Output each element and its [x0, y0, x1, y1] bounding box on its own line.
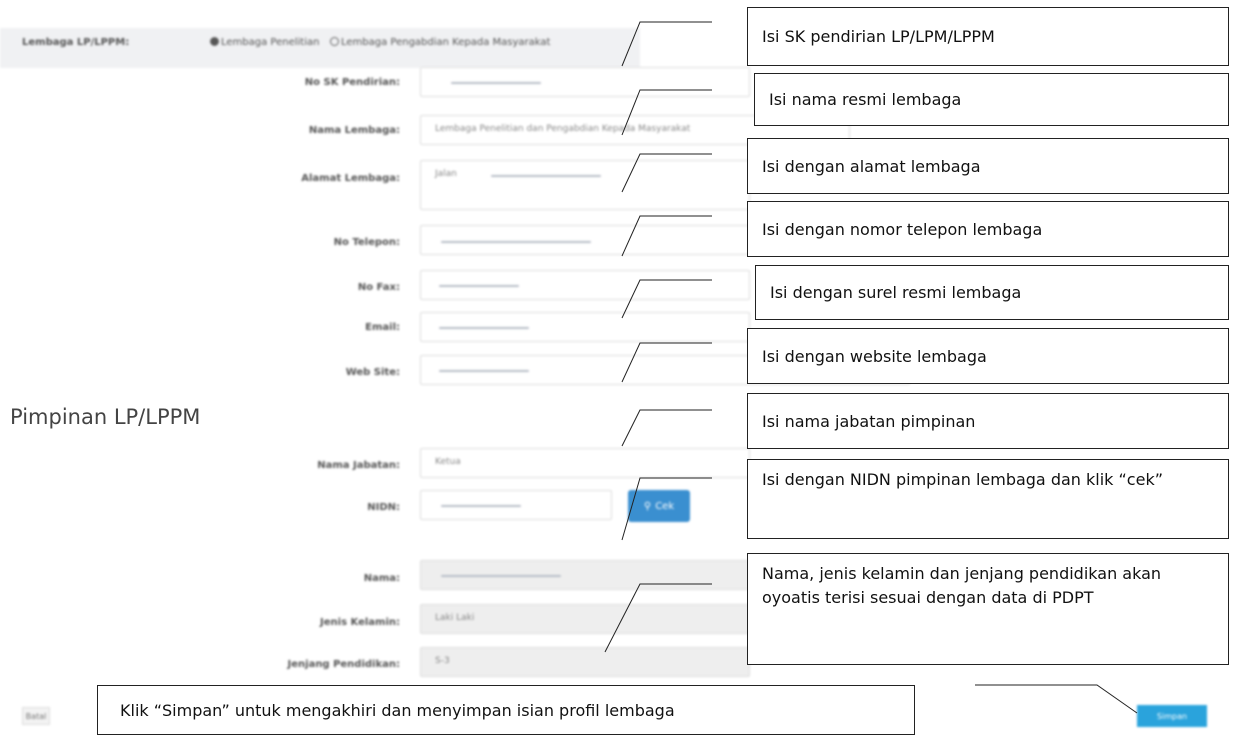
callout-alamat: Isi dengan alamat lembaga [747, 138, 1229, 194]
callout-jabatan: Isi nama jabatan pimpinan [747, 393, 1229, 449]
leader-line [621, 409, 712, 447]
leader-line [621, 342, 712, 383]
leader-line [621, 477, 712, 541]
leader-line [621, 215, 712, 257]
callout-nidn: Isi dengan NIDN pimpinan lembaga dan kli… [747, 459, 1229, 539]
leader-line [621, 153, 712, 193]
leader-line [975, 684, 1138, 714]
leader-line [621, 89, 712, 136]
callout-auto-fill: Nama, jenis kelamin dan jenjang pendidik… [747, 553, 1229, 665]
leader-line [621, 279, 712, 319]
leader-line [621, 21, 712, 67]
callout-sk: Isi SK pendirian LP/LPM/LPPM [747, 7, 1229, 66]
leader-line [604, 583, 712, 653]
callout-telepon: Isi dengan nomor telepon lembaga [747, 201, 1229, 257]
callout-website: Isi dengan website lembaga [747, 328, 1229, 384]
callout-simpan: Klik “Simpan” untuk mengakhiri dan menyi… [97, 685, 915, 735]
callout-email: Isi dengan surel resmi lembaga [755, 265, 1229, 320]
callout-nama: Isi nama resmi lembaga [754, 73, 1229, 126]
